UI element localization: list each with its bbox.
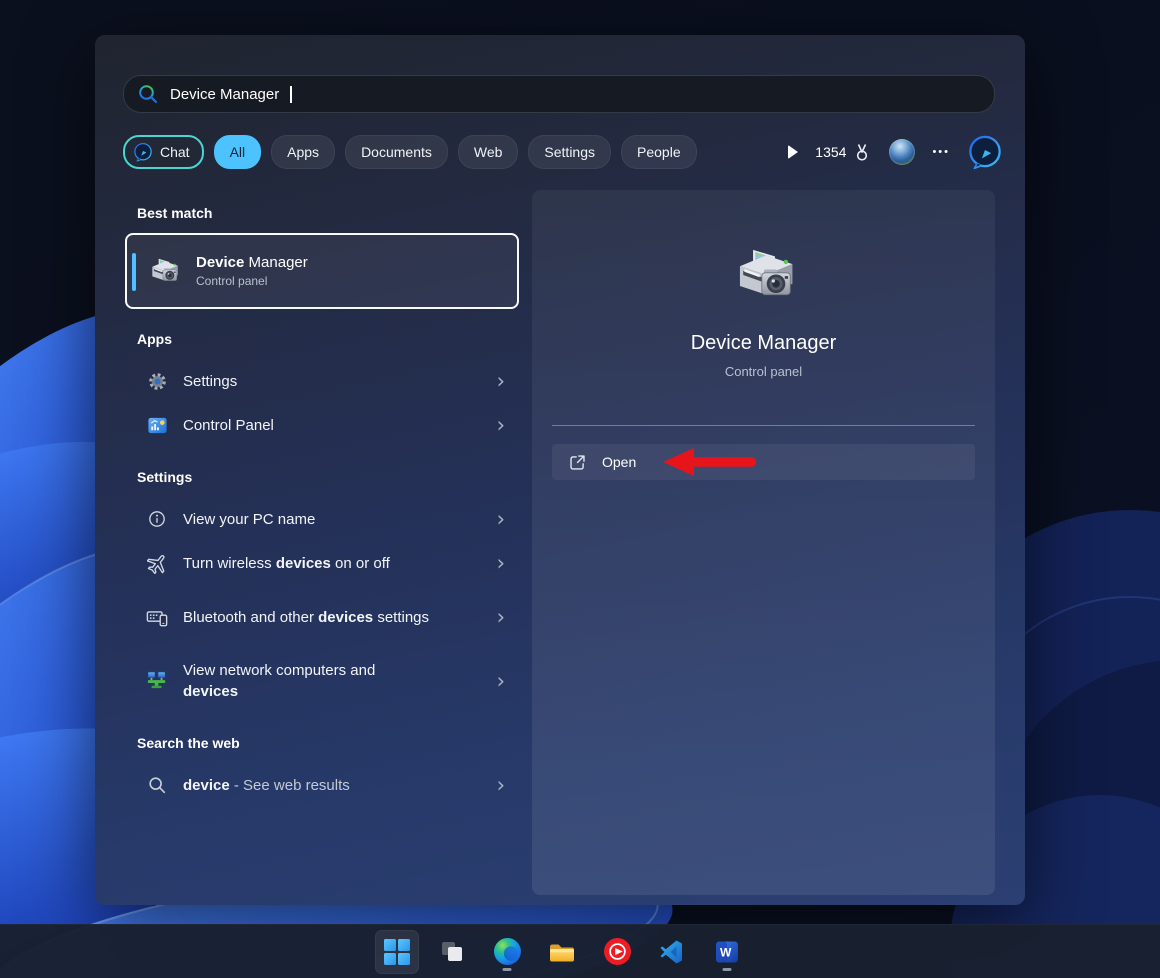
- more-options-icon[interactable]: •••: [932, 147, 950, 158]
- settings-header: Settings: [137, 469, 519, 485]
- vscode-button[interactable]: [650, 930, 694, 974]
- preview-divider: [552, 425, 975, 426]
- chevron-right-icon: ›: [497, 554, 505, 573]
- best-match-subtitle: Control panel: [196, 274, 308, 288]
- rewards-medal-icon: [852, 142, 872, 162]
- result-label: Bluetooth and other devices settings: [183, 607, 429, 628]
- filter-tab-web[interactable]: Web: [458, 135, 519, 169]
- result-label: device - See web results: [183, 775, 350, 796]
- taskbar: W: [0, 924, 1160, 978]
- filter-tab-documents[interactable]: Documents: [345, 135, 448, 169]
- result-label: Settings: [183, 371, 237, 392]
- search-flyout-panel: Device Manager Chat All Apps Documents W…: [95, 35, 1025, 905]
- filter-tab-settings[interactable]: Settings: [528, 135, 611, 169]
- edge-browser-button[interactable]: [485, 930, 529, 974]
- preview-title: Device Manager: [691, 332, 837, 355]
- chevron-right-icon: ›: [497, 510, 505, 529]
- chevron-right-icon: ›: [497, 416, 505, 435]
- device-manager-icon-large: [729, 240, 799, 310]
- bluetooth-devices-icon: [146, 606, 168, 628]
- best-match-item[interactable]: Device Manager Control panel: [125, 233, 519, 309]
- control-panel-icon: [146, 415, 168, 436]
- chevron-right-icon: ›: [497, 776, 505, 795]
- task-view-icon: [439, 939, 465, 965]
- chevron-right-icon: ›: [497, 672, 505, 691]
- search-web-header: Search the web: [137, 735, 519, 751]
- file-explorer-button[interactable]: [540, 930, 584, 974]
- result-network-computers[interactable]: View network computers and devices ›: [125, 649, 519, 713]
- open-external-icon: [568, 453, 587, 472]
- task-view-button[interactable]: [430, 930, 474, 974]
- result-airplane-mode[interactable]: Turn wireless devices on or off ›: [125, 541, 519, 585]
- filter-chat-pill[interactable]: Chat: [123, 135, 204, 169]
- svg-text:W: W: [720, 945, 732, 959]
- airplane-icon: [146, 553, 168, 574]
- text-caret: [290, 86, 292, 103]
- word-icon: W: [713, 938, 741, 966]
- result-label: View your PC name: [183, 509, 315, 530]
- result-bluetooth-devices[interactable]: Bluetooth and other devices settings ›: [125, 585, 519, 649]
- bing-chat-icon: [133, 142, 153, 162]
- chevron-right-icon: ›: [497, 608, 505, 627]
- edge-icon: [494, 938, 521, 965]
- youtube-music-icon: [604, 938, 631, 965]
- youtube-music-button[interactable]: [595, 930, 639, 974]
- bing-button[interactable]: [967, 134, 1003, 170]
- open-button[interactable]: Open: [552, 444, 975, 480]
- result-control-panel-app[interactable]: Control Panel ›: [125, 403, 519, 447]
- windows-start-icon: [384, 939, 410, 965]
- filter-tab-apps[interactable]: Apps: [271, 135, 335, 169]
- desktop: Device Manager Chat All Apps Documents W…: [0, 0, 1160, 978]
- info-icon: [146, 509, 168, 529]
- result-settings-app[interactable]: Settings ›: [125, 359, 519, 403]
- network-devices-icon: [146, 670, 168, 692]
- open-button-label: Open: [602, 454, 636, 470]
- result-view-pc-name[interactable]: View your PC name ›: [125, 497, 519, 541]
- search-input[interactable]: Device Manager: [123, 75, 995, 113]
- start-button[interactable]: [375, 930, 419, 974]
- result-label: View network computers and devices: [183, 660, 433, 702]
- result-label: Control Panel: [183, 415, 274, 436]
- rewards-points: 1354: [815, 144, 846, 160]
- best-match-title: Device Manager: [196, 254, 308, 271]
- web-search-icon: [146, 775, 168, 795]
- rewards-button[interactable]: 1354: [815, 142, 872, 162]
- filter-tab-people[interactable]: People: [621, 135, 697, 169]
- result-label: Turn wireless devices on or off: [183, 553, 390, 574]
- search-query-text: Device Manager: [170, 86, 279, 103]
- preview-pane: Device Manager Control panel Open: [532, 190, 995, 895]
- file-explorer-icon: [548, 939, 576, 964]
- result-web-search[interactable]: device - See web results ›: [125, 763, 519, 807]
- preview-subtitle: Control panel: [725, 364, 802, 379]
- user-avatar[interactable]: [889, 139, 915, 165]
- selection-accent-bar: [132, 253, 136, 291]
- running-indicator: [503, 968, 512, 971]
- running-indicator: [723, 968, 732, 971]
- red-arrow-annotation: [663, 447, 759, 477]
- search-results-list: Best match Device Manager Control panel …: [125, 195, 519, 807]
- chevron-right-icon: ›: [497, 372, 505, 391]
- filter-chat-label: Chat: [160, 144, 190, 160]
- device-manager-icon: [147, 254, 181, 288]
- more-filters-icon[interactable]: [788, 145, 798, 159]
- vscode-icon: [659, 939, 685, 965]
- word-button[interactable]: W: [705, 930, 749, 974]
- filter-tab-all[interactable]: All: [214, 135, 262, 169]
- search-icon: [137, 83, 159, 105]
- best-match-header: Best match: [137, 205, 519, 221]
- apps-header: Apps: [137, 331, 519, 347]
- search-filter-bar: Chat All Apps Documents Web Settings Peo…: [123, 134, 1003, 170]
- settings-gear-icon: [146, 371, 168, 392]
